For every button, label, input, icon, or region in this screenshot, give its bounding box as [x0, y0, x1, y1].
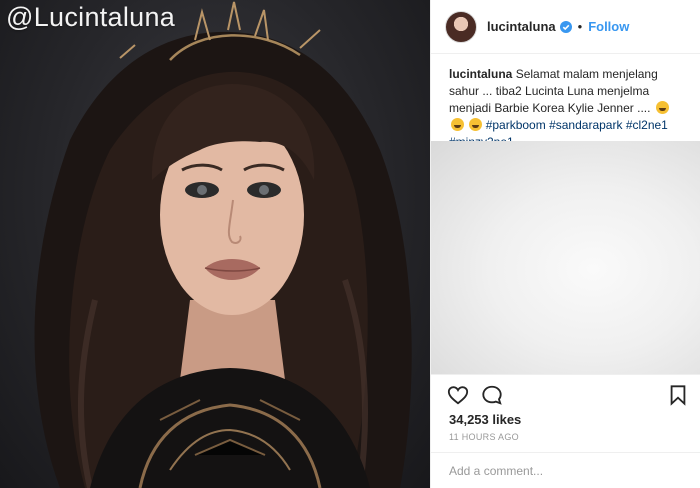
caption-username[interactable]: lucintaluna — [449, 67, 512, 81]
grin-emoji-icon — [655, 101, 669, 114]
verified-badge-icon — [559, 20, 572, 33]
portrait-illustration — [34, 1, 412, 488]
avatar[interactable] — [445, 10, 477, 43]
post-actions-bar — [431, 374, 700, 412]
post-timestamp: 11 HOURS AGO — [449, 432, 519, 442]
hashtag-link[interactable]: #parkboom — [486, 118, 546, 132]
hashtag-link[interactable]: #sandarapark — [549, 118, 622, 132]
hashtag-link[interactable]: #cl2ne1 — [626, 118, 668, 132]
heart-icon[interactable] — [447, 384, 469, 406]
follow-button[interactable]: Follow — [588, 19, 629, 34]
photo-watermark: @Lucintaluna — [6, 2, 176, 32]
post-header: lucintaluna • Follow — [431, 0, 700, 54]
comment-box — [431, 452, 700, 488]
wink-tongue-emoji-icon — [469, 118, 483, 131]
bookmark-icon[interactable] — [667, 384, 689, 406]
post-photo[interactable]: @Lucintaluna — [0, 0, 430, 488]
likes-count[interactable]: 34,253 likes — [449, 412, 521, 427]
header-username[interactable]: lucintaluna — [487, 19, 556, 34]
grin-emoji-icon — [451, 118, 464, 131]
comment-input[interactable] — [449, 463, 679, 478]
post-details-panel: lucintaluna • Follow lucintaluna Selamat… — [430, 0, 700, 488]
comment-icon[interactable] — [481, 384, 503, 406]
blurred-comments-area — [431, 141, 700, 374]
header-separator: • — [577, 19, 583, 34]
